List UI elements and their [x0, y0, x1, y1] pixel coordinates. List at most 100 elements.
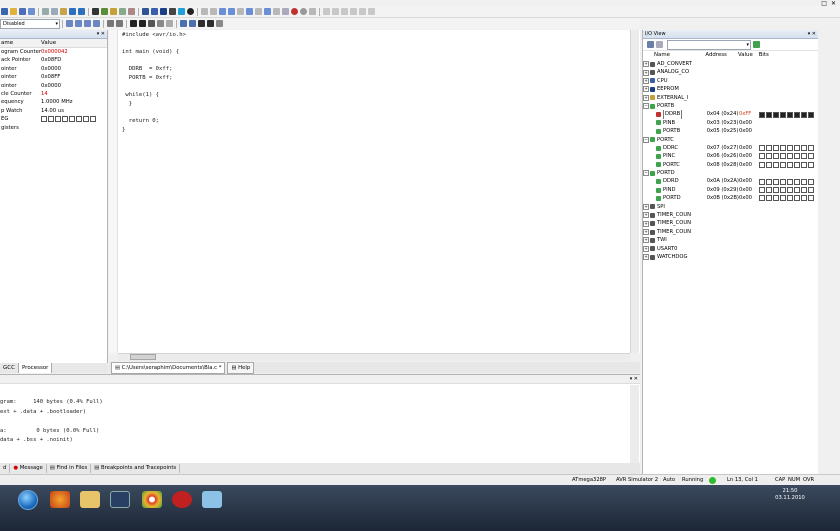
register-bit[interactable] — [801, 145, 808, 152]
debug-icon[interactable] — [178, 8, 185, 15]
io-register-row[interactable]: PORTC 0x08 (0x28) 0x00 — [643, 161, 818, 169]
window-icon[interactable] — [359, 8, 366, 15]
save-icon[interactable] — [19, 8, 26, 15]
outdent-icon[interactable] — [128, 8, 135, 15]
expand-icon[interactable]: + — [643, 212, 649, 219]
undo-icon[interactable] — [69, 8, 76, 15]
chip-icon[interactable] — [160, 8, 167, 15]
auto-step-icon[interactable] — [282, 8, 289, 15]
panel-close-icon[interactable]: ▾ ✕ — [630, 375, 638, 383]
break-icon[interactable] — [210, 8, 217, 15]
sreg-bit[interactable] — [76, 115, 82, 122]
io-register-row[interactable]: PIND 0x09 (0x29) 0x00 — [643, 186, 818, 194]
expand-icon[interactable]: − — [643, 103, 649, 110]
register-bit[interactable] — [780, 161, 787, 168]
start-button-icon[interactable] — [18, 490, 38, 510]
sreg-bit[interactable] — [69, 115, 75, 122]
build-icon[interactable] — [142, 8, 149, 15]
x-icon[interactable] — [207, 20, 214, 27]
panel-close-icon[interactable]: ▾ ✕ — [97, 30, 105, 38]
window-icon[interactable] — [332, 8, 339, 15]
register-bit[interactable] — [794, 195, 801, 202]
io-register-row[interactable]: PINB 0x03 (0x23) 0x00 — [643, 119, 818, 127]
rebuild-icon[interactable] — [151, 8, 158, 15]
register-bit[interactable] — [787, 111, 794, 118]
save-all-icon[interactable] — [28, 8, 35, 15]
disassembler-icon[interactable] — [180, 20, 187, 27]
io-register-row[interactable]: PORTB 0x05 (0x25) 0x00 — [643, 127, 818, 135]
register-bit[interactable] — [787, 153, 794, 160]
io-group-row[interactable]: + EXTERNAL_I — [643, 94, 818, 102]
io-group-row[interactable]: + AD_CONVERT — [643, 60, 818, 68]
register-bit[interactable] — [780, 178, 787, 185]
add-icon[interactable] — [753, 41, 760, 48]
sreg-bit[interactable] — [55, 115, 61, 122]
register-bit[interactable] — [808, 145, 815, 152]
register-bit[interactable] — [759, 187, 766, 194]
register-bit[interactable] — [801, 178, 808, 185]
register-bit[interactable] — [787, 178, 794, 185]
expand-icon[interactable]: + — [643, 237, 649, 244]
register-bit[interactable] — [766, 178, 773, 185]
record-icon[interactable] — [187, 8, 194, 15]
window-icon[interactable] — [341, 8, 348, 15]
register-bit[interactable] — [773, 111, 780, 118]
register-bit[interactable] — [766, 187, 773, 194]
quickwatch-icon[interactable] — [309, 8, 316, 15]
processor-row[interactable]: EG — [0, 115, 107, 123]
breakpoint-icon[interactable] — [291, 8, 298, 15]
tab-find-in-files[interactable]: ▤ Find in Files — [47, 464, 92, 473]
filter-icon[interactable] — [647, 41, 654, 48]
register-bit[interactable] — [780, 145, 787, 152]
window-icon[interactable] — [350, 8, 357, 15]
register-bit[interactable] — [759, 161, 766, 168]
register-bit[interactable] — [801, 187, 808, 194]
register-bit[interactable] — [759, 153, 766, 160]
processor-row[interactable]: ointer 0x0000 — [0, 82, 107, 90]
firefox-icon[interactable] — [50, 491, 70, 508]
clear-breakpoints-icon[interactable] — [300, 8, 307, 15]
avr-studio-icon[interactable] — [172, 491, 192, 508]
io-group-row[interactable]: + ANALOG_CO — [643, 68, 818, 76]
expand-icon[interactable]: + — [643, 86, 649, 93]
step-over-icon[interactable] — [255, 8, 262, 15]
processor-row[interactable]: gisters — [0, 124, 107, 132]
processor-row[interactable]: ointer 0x0000 — [0, 65, 107, 73]
folder-icon[interactable] — [110, 8, 117, 15]
register-bit[interactable] — [766, 153, 773, 160]
explorer-icon[interactable] — [80, 491, 100, 508]
processor-icon[interactable] — [189, 20, 196, 27]
clean-icon[interactable] — [84, 20, 91, 27]
register-bit[interactable] — [794, 111, 801, 118]
register-bit[interactable] — [801, 153, 808, 160]
io-group-row[interactable]: + EEPROM — [643, 85, 818, 93]
register-bit[interactable] — [808, 111, 815, 118]
register-bit[interactable] — [780, 195, 787, 202]
io-group-row[interactable]: + CPU — [643, 77, 818, 85]
io-group-row[interactable]: − PORTC — [643, 136, 818, 144]
io-register-row[interactable]: DDRB 0x04 (0x24) 0xFF — [643, 110, 818, 119]
io-register-row[interactable]: PINC 0x06 (0x26) 0x00 — [643, 152, 818, 160]
expand-icon[interactable]: + — [643, 254, 649, 261]
register-bit[interactable] — [759, 111, 766, 118]
expand-icon[interactable]: + — [643, 94, 649, 101]
expand-icon[interactable]: + — [643, 220, 649, 227]
processor-row[interactable]: ack Pointer 0x08FD — [0, 56, 107, 64]
register-bit[interactable] — [759, 145, 766, 152]
find-icon[interactable] — [92, 8, 99, 15]
io-register-row[interactable]: DDRC 0x07 (0x27) 0x00 — [643, 144, 818, 152]
io-group-row[interactable]: + WATCHDOG — [643, 253, 818, 261]
memory-icon[interactable] — [148, 20, 155, 27]
processor-row[interactable]: ointer 0x08FF — [0, 73, 107, 81]
editor-vertical-scrollbar[interactable] — [630, 30, 639, 353]
view-icon[interactable] — [130, 20, 137, 27]
register-bit[interactable] — [766, 161, 773, 168]
expand-icon[interactable]: + — [643, 203, 649, 210]
window-icon[interactable] — [368, 8, 375, 15]
register-bit[interactable] — [759, 195, 766, 202]
register-bit[interactable] — [794, 161, 801, 168]
source-code[interactable]: #include <avr/io.h> int main (void) { DD… — [122, 31, 186, 134]
watch-icon[interactable] — [166, 20, 173, 27]
register-bit[interactable] — [787, 187, 794, 194]
expand-icon[interactable]: + — [643, 69, 649, 76]
